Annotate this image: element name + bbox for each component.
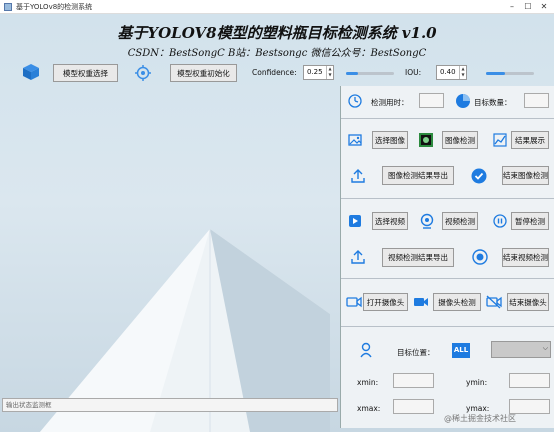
model-weight-init-button[interactable]: 模型权重初始化	[170, 64, 237, 82]
location-pin-icon	[360, 342, 372, 358]
select-video-button[interactable]: 选择视频	[372, 212, 408, 230]
detect-image-button[interactable]: 图像检测	[442, 131, 478, 149]
check-circle-icon	[471, 168, 487, 184]
iou-slider-fill	[486, 72, 506, 75]
xmin-label: xmin:	[357, 378, 379, 387]
detect-time-label: 检测用时：	[371, 98, 409, 107]
divider	[341, 198, 554, 199]
divider	[341, 118, 554, 119]
end-video-detect-button[interactable]: 结束视频检测	[502, 248, 549, 267]
model-weight-select-button[interactable]: 模型权重选择	[53, 64, 118, 82]
confidence-spinbox[interactable]: 0.25 ▲ ▼	[303, 65, 334, 80]
watermark: @稀土掘金技术社区	[444, 414, 516, 423]
app-icon	[4, 2, 12, 11]
export-image-result-button[interactable]: 图像检测结果导出	[382, 166, 454, 185]
close-button[interactable]: ✕	[536, 0, 552, 14]
divider	[341, 278, 554, 279]
end-image-detect-button[interactable]: 结束图像检测	[502, 166, 549, 185]
window-titlebar: 基于YOLOv8的检测系统 – ☐ ✕	[0, 0, 554, 14]
confidence-value: 0.25	[307, 68, 323, 76]
image-icon	[348, 134, 362, 146]
detect-camera-button[interactable]: 摄像头检测	[433, 293, 481, 311]
camera-off-icon	[486, 295, 502, 309]
confidence-slider[interactable]	[346, 72, 394, 75]
camera-icon	[346, 296, 362, 308]
page-title: 基于YOLOV8模型的塑料瓶目标检测系统 v1.0	[117, 24, 437, 42]
open-camera-button[interactable]: 打开摄像头	[363, 293, 408, 311]
ymax-label: ymax:	[466, 404, 490, 413]
control-panel: 检测用时： 目标数量： 选择图像 图像检测 结果展示 图像检测结果导出 结束图像…	[340, 86, 554, 428]
upload-icon	[351, 250, 365, 264]
divider	[341, 326, 554, 327]
chevron-down-icon: ⌵	[542, 344, 548, 352]
confidence-label: Confidence:	[252, 68, 297, 77]
page-subtitle: CSDN：BestSongC B站：Bestsongc 微信公众号：BestSo…	[127, 48, 427, 59]
pause-icon	[493, 214, 507, 228]
iou-slider[interactable]	[486, 72, 534, 75]
video-icon	[349, 215, 361, 227]
target-icon	[135, 65, 151, 81]
select-image-button[interactable]: 选择图像	[372, 131, 408, 149]
iou-spinbox[interactable]: 0.40 ▲ ▼	[436, 65, 467, 80]
iou-label: IOU:	[405, 68, 422, 77]
all-badge: ALL	[452, 343, 470, 358]
show-result-button[interactable]: 结果展示	[511, 131, 549, 149]
ymin-field	[509, 373, 550, 388]
pause-detect-button[interactable]: 暂停检测	[511, 212, 549, 230]
ymin-label: ymin:	[466, 378, 488, 387]
webcam-icon	[420, 213, 434, 229]
xmax-field	[393, 399, 434, 414]
camera-detect-icon	[414, 298, 428, 306]
xmin-field	[393, 373, 434, 388]
target-select-dropdown[interactable]: ⌵	[491, 341, 551, 358]
stop-circle-icon	[472, 249, 488, 265]
ymax-field	[509, 399, 550, 414]
target-position-label: 目标位置：	[397, 348, 435, 357]
minimize-button[interactable]: –	[504, 0, 520, 14]
pie-chart-icon	[456, 94, 470, 108]
window-title: 基于YOLOv8的检测系统	[16, 2, 93, 11]
detect-video-button[interactable]: 视频检测	[442, 212, 478, 230]
export-video-result-button[interactable]: 视频检测结果导出	[382, 248, 454, 267]
target-count-label: 目标数量：	[474, 98, 512, 107]
end-camera-button[interactable]: 结束摄像头	[507, 293, 549, 311]
upload-icon	[351, 169, 365, 183]
image-detect-icon	[419, 133, 433, 147]
iou-value: 0.40	[440, 68, 456, 76]
spin-arrows-icon[interactable]: ▲ ▼	[326, 66, 333, 79]
target-count-field	[524, 93, 549, 108]
detect-time-field	[419, 93, 444, 108]
xmax-label: xmax:	[357, 404, 381, 413]
status-output-box[interactable]: 输出状态监测框	[2, 398, 338, 412]
line-chart-icon	[493, 133, 507, 147]
clock-icon	[348, 94, 362, 108]
cube-icon	[23, 64, 39, 80]
confidence-slider-fill	[346, 72, 358, 75]
maximize-button[interactable]: ☐	[520, 0, 536, 14]
spin-arrows-icon[interactable]: ▲ ▼	[459, 66, 466, 79]
